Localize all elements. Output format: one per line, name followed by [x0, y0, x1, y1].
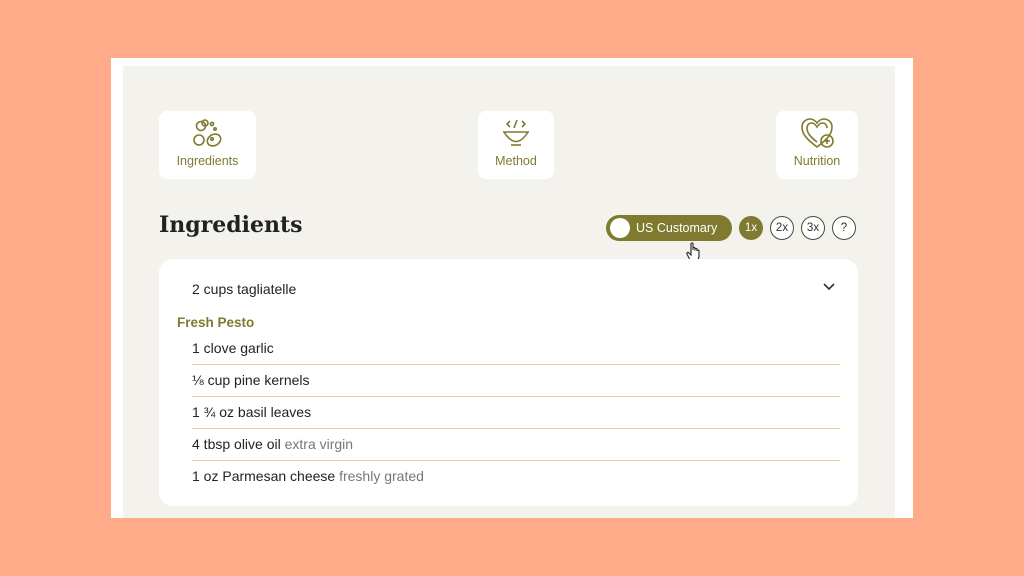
bowl-icon — [503, 119, 529, 146]
top-ingredient: 2 cups tagliatelle — [192, 281, 297, 297]
servings-1x-button[interactable]: 1x — [739, 216, 763, 240]
servings-3x-button[interactable]: 3x — [801, 216, 825, 240]
nav-ingredients-label: Ingredients — [176, 154, 239, 168]
ingredient-group-title: Fresh Pesto — [177, 315, 255, 330]
units-toggle[interactable]: US Customary — [606, 215, 732, 241]
units-toggle-label: US Customary — [636, 221, 718, 235]
ingredient-text: 1 ¾ oz basil leaves — [192, 404, 312, 420]
ingredient-text: 1 oz Parmesan cheese — [192, 468, 336, 484]
ingredient-note: freshly grated — [339, 468, 424, 484]
recipe-panel: Ingredients Method Nutrition Ingredients — [123, 66, 895, 518]
list-item: ⅛ cup pine kernels — [192, 365, 840, 397]
toggle-knob[interactable] — [610, 218, 630, 238]
servings-2x-button[interactable]: 2x — [770, 216, 794, 240]
ingredients-icon — [192, 119, 221, 147]
nav-method[interactable]: Method — [478, 111, 554, 179]
list-item: 1 clove garlic — [192, 333, 840, 365]
nav-ingredients[interactable]: Ingredients — [159, 111, 256, 179]
heart-plus-icon — [801, 118, 834, 149]
list-item: 1 oz Parmesan cheese freshly grated — [192, 461, 840, 493]
ingredients-card: 2 cups tagliatelle Fresh Pesto 1 clove g… — [159, 259, 858, 506]
recipe-frame: Ingredients Method Nutrition Ingredients — [111, 58, 913, 518]
page-title: Ingredients — [159, 212, 303, 238]
ingredient-text: ⅛ cup pine kernels — [192, 372, 310, 388]
nav-nutrition-label: Nutrition — [793, 154, 841, 168]
list-item: 1 ¾ oz basil leaves — [192, 397, 840, 429]
help-button[interactable]: ? — [832, 216, 856, 240]
nav-method-label: Method — [495, 154, 537, 168]
list-item: 4 tbsp olive oil extra virgin — [192, 429, 840, 461]
nav-nutrition[interactable]: Nutrition — [776, 111, 858, 179]
ingredient-text: 4 tbsp olive oil — [192, 436, 281, 452]
chevron-down-icon[interactable] — [822, 282, 836, 292]
ingredient-note: extra virgin — [284, 436, 354, 452]
ingredient-text: 1 clove garlic — [192, 340, 274, 356]
